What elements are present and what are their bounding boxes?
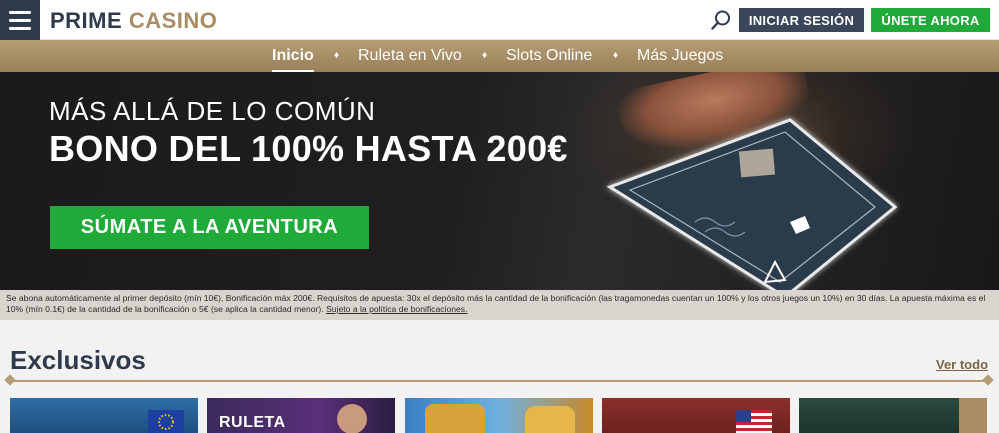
menu-icon[interactable] (0, 0, 40, 40)
game-tile[interactable] (602, 398, 790, 433)
section-title-exclusivos: Exclusivos (10, 345, 146, 375)
slot-art-image (525, 406, 575, 433)
main-nav: Inicio ♦ Ruleta en Vivo ♦ Slots Online ♦… (0, 40, 999, 72)
nav-separator: ♦ (334, 50, 340, 61)
eu-flag-icon (148, 410, 184, 433)
hero-subtitle: MÁS ALLÁ DE LO COMÚN (49, 96, 376, 126)
playing-card-image (606, 118, 898, 290)
nav-item-ruleta-en-vivo[interactable]: Ruleta en Vivo (358, 47, 462, 65)
search-icon[interactable] (710, 9, 732, 31)
game-tile[interactable] (10, 398, 198, 433)
section-divider (10, 380, 990, 382)
brand-name-part2: CASINO (128, 8, 218, 33)
us-flag-icon (736, 410, 772, 433)
game-tile[interactable]: RULETA (207, 398, 395, 433)
tile-accent (959, 398, 987, 433)
nav-item-inicio[interactable]: Inicio (272, 47, 314, 65)
dealer-image (337, 404, 367, 433)
bonus-policy-link[interactable]: Sujeto a la política de bonificaciones. (326, 304, 467, 314)
game-tile-label: RULETA (219, 414, 286, 431)
divider-ornament (982, 374, 994, 386)
nav-separator: ♦ (613, 50, 619, 61)
divider-ornament (4, 374, 16, 386)
brand-name-part1: PRIME (50, 8, 123, 33)
login-button[interactable]: INICIAR SESIÓN (739, 8, 864, 32)
join-adventure-button[interactable]: SÚMATE A LA AVENTURA (50, 206, 369, 249)
nav-separator: ♦ (482, 50, 488, 61)
game-tile[interactable] (405, 398, 593, 433)
bonus-terms: Se abona automáticamente al primer depós… (0, 290, 999, 320)
brand-logo[interactable]: PRIME CASINO (50, 8, 217, 34)
see-all-link[interactable]: Ver todo (936, 357, 988, 372)
top-bar: PRIME CASINO INICIAR SESIÓN ÚNETE AHORA (0, 0, 999, 40)
nav-item-slots-online[interactable]: Slots Online (506, 47, 592, 65)
hero-banner: MÁS ALLÁ DE LO COMÚN BONO DEL 100% HASTA… (0, 72, 999, 290)
bonus-terms-text: Se abona automáticamente al primer depós… (6, 293, 986, 314)
nav-item-mas-juegos[interactable]: Más Juegos (637, 47, 723, 65)
join-button[interactable]: ÚNETE AHORA (871, 8, 990, 32)
game-tile[interactable] (799, 398, 987, 433)
hero-title: BONO DEL 100% HASTA 200€ (49, 128, 568, 169)
slot-art-image (425, 404, 485, 433)
